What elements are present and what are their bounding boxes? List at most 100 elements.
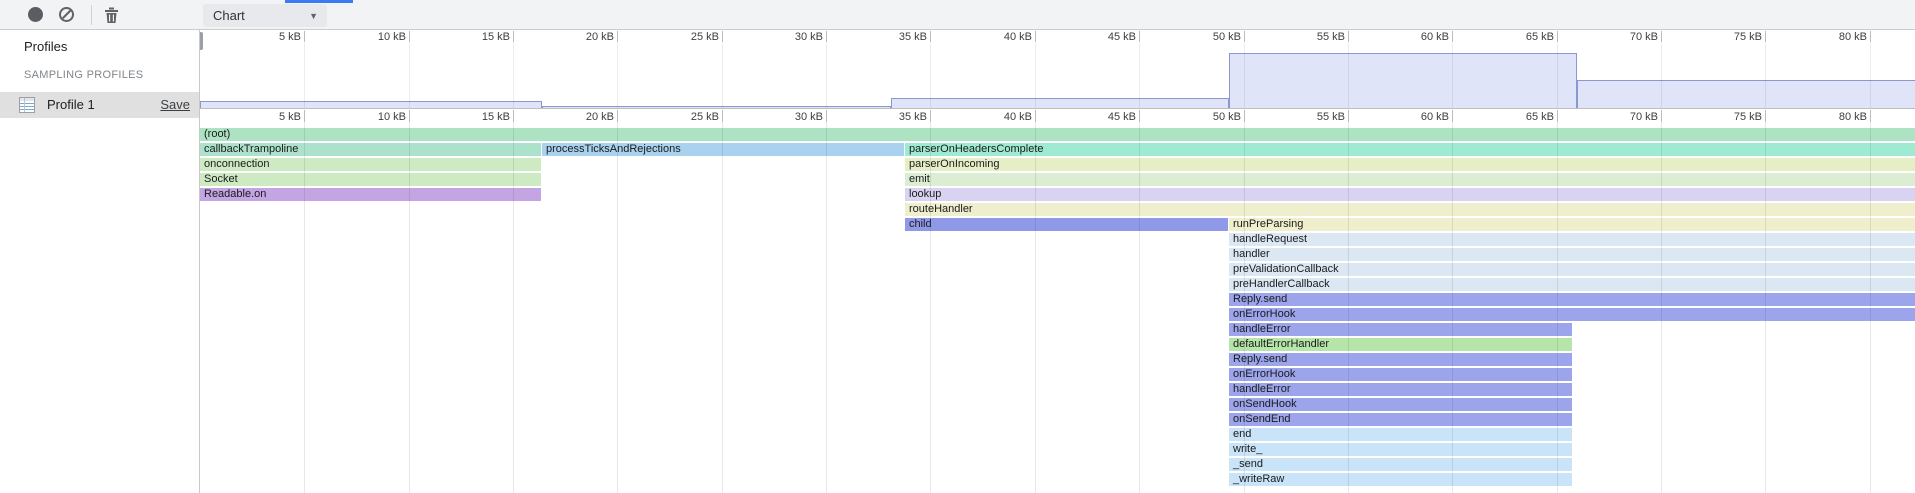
ruler-tickmark: [722, 31, 723, 42]
ruler-tick-label: 15 kB: [453, 31, 510, 43]
flame-bar[interactable]: handleError: [1229, 323, 1572, 336]
ruler-tickmark: [1348, 31, 1349, 42]
flame-chart[interactable]: (root) callbackTrampolineprocessTicksAndR…: [200, 122, 1915, 493]
ruler-tick-label: 30 kB: [766, 111, 823, 123]
overview-step: [891, 98, 1229, 108]
ruler-tickmark: [304, 31, 305, 42]
ruler-tickmark: [1244, 31, 1245, 42]
flame-bar[interactable]: runPreParsing: [1229, 218, 1915, 231]
flame-bar[interactable]: Readable.on: [200, 188, 541, 201]
ruler-tickmark: [304, 110, 305, 122]
ruler-tickmark: [1870, 31, 1871, 42]
flame-bar[interactable]: defaultErrorHandler: [1229, 338, 1572, 351]
ruler-tick-label: 10 kB: [349, 31, 406, 43]
overview-baseline: [200, 108, 1915, 109]
ruler-tick-label: 40 kB: [975, 111, 1032, 123]
flame-bar[interactable]: (root): [200, 128, 1915, 141]
active-tab-indicator: [285, 0, 353, 3]
ruler-tick-label: 60 kB: [1392, 111, 1449, 123]
gridline: [1139, 43, 1140, 108]
flame-bar[interactable]: preHandlerCallback: [1229, 278, 1915, 291]
flame-bar[interactable]: child: [905, 218, 1228, 231]
ruler-tick-label: 15 kB: [453, 111, 510, 123]
toolbar-separator: [91, 5, 92, 25]
flame-bar[interactable]: onErrorHook: [1229, 368, 1572, 381]
ruler-tick-label: 65 kB: [1497, 111, 1554, 123]
ruler-tick-label: 35 kB: [870, 111, 927, 123]
sidebar-item-profile-1[interactable]: Profile 1 Save: [0, 92, 199, 118]
ruler-tickmark: [826, 31, 827, 42]
flame-bar[interactable]: callbackTrampoline: [200, 143, 541, 156]
gridline: [1244, 43, 1245, 108]
ruler-tickmark: [1035, 110, 1036, 122]
flame-bar[interactable]: Socket: [200, 173, 541, 186]
flame-bar[interactable]: parserOnIncoming: [905, 158, 1915, 171]
flame-bar[interactable]: preValidationCallback: [1229, 263, 1915, 276]
profile-name: Profile 1: [47, 92, 95, 118]
gridline: [1765, 43, 1766, 108]
flame-bar[interactable]: processTicksAndRejections: [542, 143, 904, 156]
overview-step: [1229, 53, 1577, 108]
flame-bar[interactable]: emit: [905, 173, 1915, 186]
ruler-tickmark: [930, 31, 931, 42]
flame-bar[interactable]: routeHandler: [905, 203, 1915, 216]
ruler-tickmark: [1452, 31, 1453, 42]
ruler-tickmark: [513, 110, 514, 122]
chart-pane: (root) callbackTrampolineprocessTicksAndR…: [200, 30, 1915, 493]
gridline: [1348, 43, 1349, 108]
flame-bar[interactable]: _send: [1229, 458, 1572, 471]
overview-pane[interactable]: [200, 43, 1915, 109]
flame-bar[interactable]: handler: [1229, 248, 1915, 261]
ruler-tick-label: 65 kB: [1497, 31, 1554, 43]
gridline: [513, 43, 514, 108]
ruler-tickmark: [1452, 110, 1453, 122]
ruler-tick-label: 10 kB: [349, 111, 406, 123]
flame-bar[interactable]: onSendEnd: [1229, 413, 1572, 426]
ruler-tickmark: [617, 110, 618, 122]
gridline: [1661, 43, 1662, 108]
ruler-tick-label: 25 kB: [662, 31, 719, 43]
ruler-tickmark: [1661, 110, 1662, 122]
chart-view-select[interactable]: Chart ▼: [203, 4, 327, 27]
flame-bar[interactable]: end: [1229, 428, 1572, 441]
flame-bar[interactable]: write_: [1229, 443, 1572, 456]
profiles-heading: Profiles: [24, 39, 67, 54]
flame-bar[interactable]: _writeRaw: [1229, 473, 1572, 486]
flame-bar[interactable]: Reply.send: [1229, 353, 1572, 366]
ruler-tick-label: 30 kB: [766, 31, 823, 43]
ruler-tickmark: [1139, 110, 1140, 122]
ruler-tick-label: 25 kB: [662, 111, 719, 123]
trash-icon: [103, 6, 120, 24]
ruler-tick-label: 50 kB: [1184, 111, 1241, 123]
ruler-tickmark: [409, 31, 410, 42]
flame-bar[interactable]: handleError: [1229, 383, 1572, 396]
flame-bar[interactable]: Reply.send: [1229, 293, 1915, 306]
flame-bar[interactable]: onErrorHook: [1229, 308, 1915, 321]
delete-profile-button[interactable]: [103, 6, 120, 24]
flame-bar[interactable]: parserOnHeadersComplete: [905, 143, 1915, 156]
gridline: [304, 43, 305, 108]
record-icon[interactable]: [28, 7, 43, 22]
clear-all-icon[interactable]: [59, 7, 74, 22]
overview-step: [1577, 80, 1915, 108]
ruler-tickmark: [826, 110, 827, 122]
flame-bar[interactable]: onconnection: [200, 158, 541, 171]
save-link[interactable]: Save: [160, 92, 190, 118]
gridline: [617, 43, 618, 108]
ruler-tick-label: 5 kB: [244, 111, 301, 123]
overview-step: [200, 101, 542, 108]
ruler-tickmark: [1661, 31, 1662, 42]
flame-bar[interactable]: onSendHook: [1229, 398, 1572, 411]
flame-bar[interactable]: handleRequest: [1229, 233, 1915, 246]
ruler-tickmark: [1348, 110, 1349, 122]
gridline: [409, 43, 410, 108]
ruler-tickmark: [930, 110, 931, 122]
ruler-tickmark: [1557, 31, 1558, 42]
chart-view-select-value: Chart: [213, 8, 245, 23]
sampling-profiles-section-label: SAMPLING PROFILES: [24, 69, 143, 81]
ruler-tick-label: 40 kB: [975, 31, 1032, 43]
flame-bar[interactable]: lookup: [905, 188, 1915, 201]
ruler-tickmark: [1870, 110, 1871, 122]
overview-left-grip[interactable]: [200, 32, 203, 50]
ruler-tickmark: [1244, 110, 1245, 122]
